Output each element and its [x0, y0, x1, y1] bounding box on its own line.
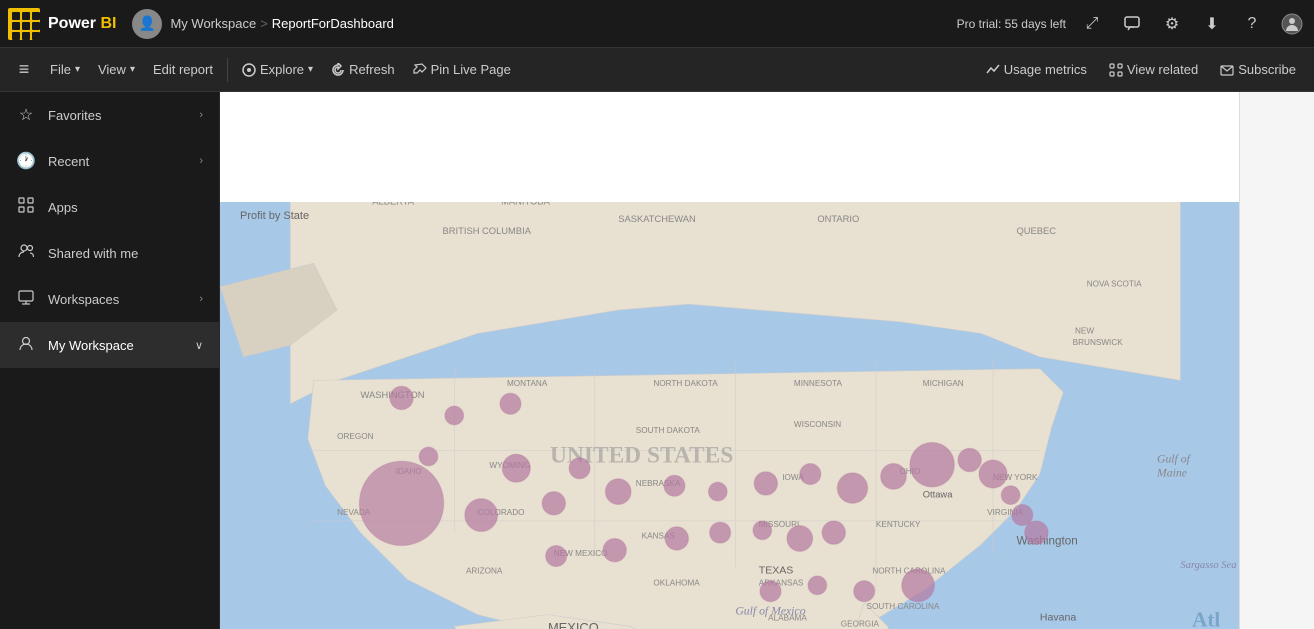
content-area: Profit by State [220, 92, 1239, 629]
workspaces-icon [16, 289, 36, 310]
usage-metrics-button[interactable]: Usage metrics [976, 58, 1097, 81]
svg-text:ONTARIO: ONTARIO [817, 214, 859, 224]
svg-text:NORTH DAKOTA: NORTH DAKOTA [653, 379, 718, 388]
sidebar-item-apps-label: Apps [48, 200, 78, 215]
svg-text:SOUTH CAROLINA: SOUTH CAROLINA [867, 602, 940, 611]
explore-button[interactable]: Explore ▾ [234, 58, 321, 81]
user-avatar[interactable]: 👤 [132, 9, 162, 39]
help-icon[interactable]: ? [1238, 10, 1266, 38]
sidebar-item-apps[interactable]: Apps [0, 184, 219, 230]
sidebar-item-workspaces[interactable]: Workspaces › [0, 276, 219, 322]
svg-text:MONTANA: MONTANA [507, 379, 548, 388]
svg-text:KENTUCKY: KENTUCKY [876, 520, 921, 529]
waffle-menu-icon[interactable] [8, 8, 40, 40]
svg-text:Atl: Atl [1192, 607, 1220, 629]
sidebar-item-recent-label: Recent [48, 154, 89, 169]
svg-text:MEXICO: MEXICO [548, 620, 599, 629]
sidebar-item-favorites-label: Favorites [48, 108, 101, 123]
svg-text:SASKATCHEWAN: SASKATCHEWAN [618, 214, 695, 224]
recent-icon: 🕐 [16, 151, 36, 171]
subscribe-button[interactable]: Subscribe [1210, 58, 1306, 81]
app-logo: Power BI [48, 15, 116, 33]
svg-text:BRUNSWICK: BRUNSWICK [1073, 338, 1124, 347]
map-container: Profit by State [220, 202, 1239, 629]
favorites-chevron: › [199, 109, 203, 121]
svg-text:BRITISH COLUMBIA: BRITISH COLUMBIA [443, 226, 532, 236]
svg-text:NOVA SCOTIA: NOVA SCOTIA [1087, 280, 1142, 289]
sidebar-item-myworkspace[interactable]: My Workspace ∨ [0, 322, 219, 368]
edit-report-button[interactable]: Edit report [145, 58, 221, 81]
svg-text:ARIZONA: ARIZONA [466, 567, 503, 576]
svg-text:OREGON: OREGON [337, 432, 373, 441]
expand-icon[interactable]: ⤢ [1078, 10, 1106, 38]
comment-icon[interactable] [1118, 10, 1146, 38]
pro-trial-badge: Pro trial: 55 days left [957, 17, 1066, 31]
breadcrumb-report: ReportForDashboard [272, 16, 394, 31]
svg-text:MANITOBA: MANITOBA [501, 202, 550, 207]
svg-text:Sargasso Sea: Sargasso Sea [1180, 560, 1236, 571]
top-right-actions: Pro trial: 55 days left ⤢ ⚙ ⬇ ? [957, 10, 1306, 38]
report-header [220, 92, 1239, 202]
hamburger-icon[interactable]: ≡ [8, 54, 40, 86]
svg-text:Maine: Maine [1156, 466, 1187, 479]
right-panel [1239, 92, 1314, 629]
svg-text:MICHIGAN: MICHIGAN [923, 379, 964, 388]
apps-icon [16, 197, 36, 218]
sidebar-item-workspaces-label: Workspaces [48, 292, 119, 307]
recent-chevron: › [199, 155, 203, 167]
user-profile-icon[interactable] [1278, 10, 1306, 38]
workspaces-chevron: › [199, 293, 203, 305]
myworkspace-chevron: ∨ [195, 339, 203, 352]
svg-text:ALABAMA: ALABAMA [768, 613, 807, 622]
toolbar-right-actions: Usage metrics View related Subscribe [976, 58, 1306, 81]
svg-text:WISCONSIN: WISCONSIN [794, 420, 841, 429]
svg-text:GEORGIA: GEORGIA [841, 619, 880, 628]
sidebar-item-recent[interactable]: 🕐 Recent › [0, 138, 219, 184]
sidebar-item-myworkspace-label: My Workspace [48, 338, 134, 353]
view-related-button[interactable]: View related [1099, 58, 1208, 81]
toolbar: ≡ File ▾ View ▾ Edit report Explore ▾ Re… [0, 48, 1314, 92]
breadcrumb: My Workspace > ReportForDashboard [170, 16, 393, 31]
breadcrumb-workspace[interactable]: My Workspace [170, 16, 256, 31]
svg-text:Gulf of: Gulf of [1157, 452, 1192, 465]
svg-text:Havana: Havana [1040, 611, 1076, 623]
toolbar-separator-1 [227, 58, 228, 82]
sidebar-item-shared[interactable]: Shared with me [0, 230, 219, 276]
svg-text:OKLAHOMA: OKLAHOMA [653, 578, 700, 587]
top-bar: Power BI 👤 My Workspace > ReportForDashb… [0, 0, 1314, 48]
svg-text:SOUTH DAKOTA: SOUTH DAKOTA [636, 426, 701, 435]
refresh-button[interactable]: Refresh [323, 58, 403, 81]
svg-text:Ottawa: Ottawa [923, 489, 953, 499]
svg-text:TEXAS: TEXAS [759, 565, 794, 577]
sidebar-item-shared-label: Shared with me [48, 246, 138, 261]
file-menu-button[interactable]: File ▾ [42, 58, 88, 81]
download-icon[interactable]: ⬇ [1198, 10, 1226, 38]
view-menu-button[interactable]: View ▾ [90, 58, 143, 81]
breadcrumb-separator: > [260, 16, 268, 31]
settings-icon[interactable]: ⚙ [1158, 10, 1186, 38]
myworkspace-icon [16, 335, 36, 356]
map-visualization: UNITED STATES Washington MEXICO Mexico C… [220, 202, 1239, 629]
svg-text:NEW: NEW [1075, 327, 1094, 336]
sidebar-item-favorites[interactable]: ☆ Favorites › [0, 92, 219, 138]
map-title: Profit by State [240, 210, 309, 222]
shared-icon [16, 243, 36, 264]
favorites-icon: ☆ [16, 105, 36, 125]
svg-text:ALBERTA: ALBERTA [372, 202, 415, 207]
sidebar: ☆ Favorites › 🕐 Recent › Apps Shared wit… [0, 92, 220, 629]
svg-text:QUEBEC: QUEBEC [1016, 226, 1056, 236]
pin-live-page-button[interactable]: Pin Live Page [405, 58, 519, 81]
main-layout: ☆ Favorites › 🕐 Recent › Apps Shared wit… [0, 92, 1314, 629]
svg-text:MINNESOTA: MINNESOTA [794, 379, 843, 388]
